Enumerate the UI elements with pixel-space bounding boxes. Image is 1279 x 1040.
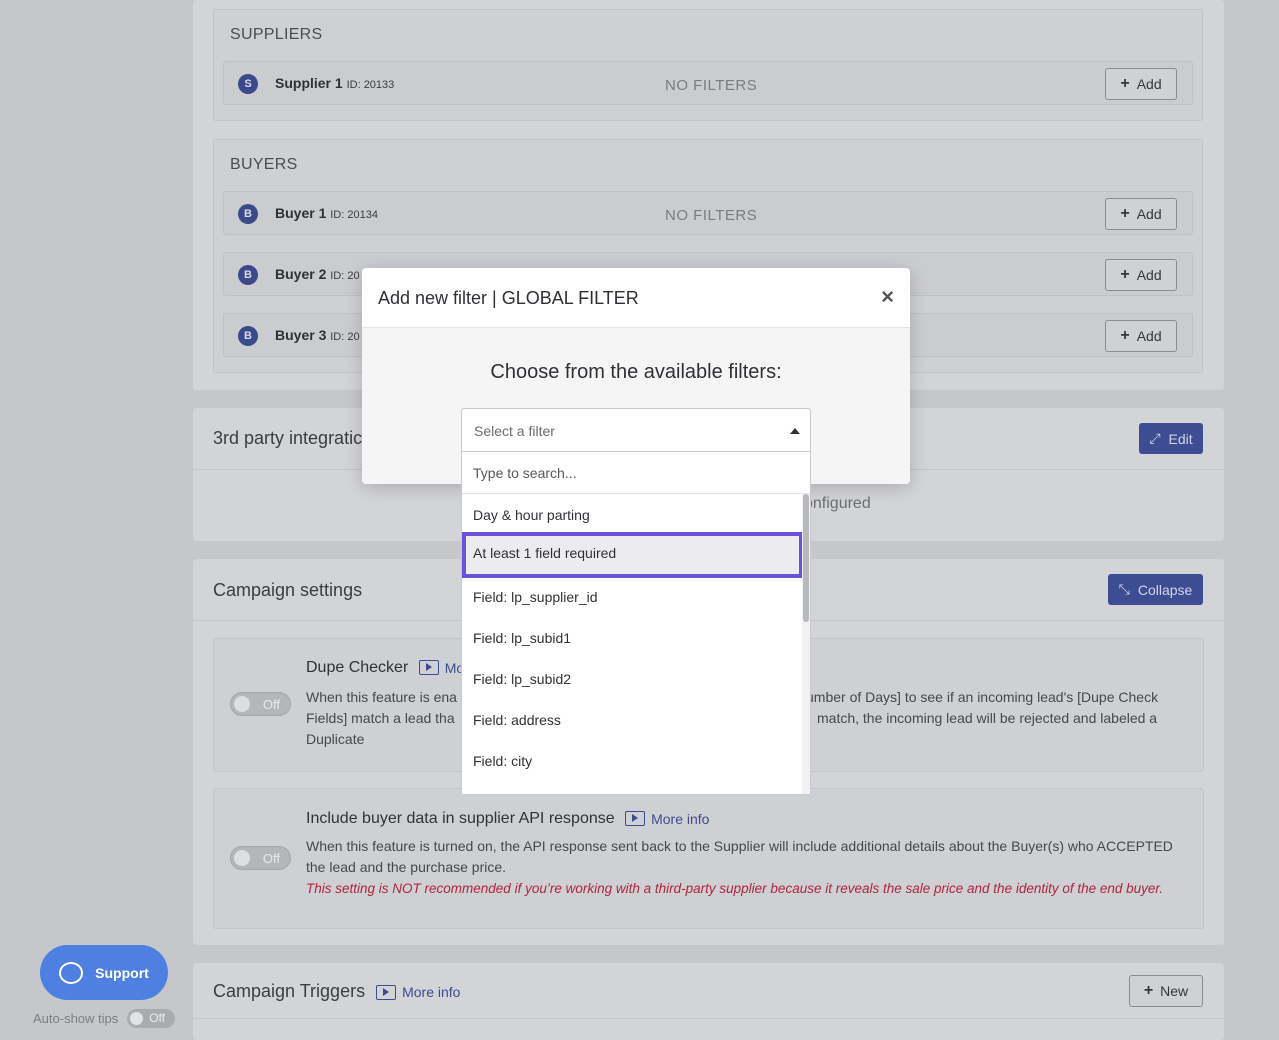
toggle-knob xyxy=(234,850,250,866)
supplier-name: Supplier 1 ID: 20133 xyxy=(275,75,395,91)
new-trigger-button[interactable]: + New xyxy=(1129,975,1203,1007)
campaign-triggers-panel: Campaign Triggers More info + New xyxy=(193,963,1224,1040)
buyer-badge: B xyxy=(238,326,258,346)
video-icon xyxy=(418,660,439,676)
filter-option[interactable]: Field: address xyxy=(462,699,803,740)
chat-icon xyxy=(59,961,84,984)
autoshow-toggle[interactable]: Off xyxy=(127,1009,175,1028)
filter-option-highlighted[interactable]: At least 1 field required xyxy=(462,532,803,578)
third-party-title: 3rd party integratic xyxy=(213,428,363,448)
plus-icon: + xyxy=(1120,205,1130,222)
triggers-title: Campaign Triggers More info xyxy=(213,981,461,1001)
support-button[interactable]: Support xyxy=(40,945,168,1000)
supplier-add-button[interactable]: + Add xyxy=(1105,68,1177,100)
buyer-data-desc: When this feature is turned on, the API … xyxy=(306,836,1186,899)
dupe-checker-title: Dupe Checker Mo xyxy=(306,659,465,676)
filter-option[interactable]: Field: lp_supplier_id xyxy=(462,576,803,617)
plus-icon: + xyxy=(1143,982,1154,999)
toggle-label: Off xyxy=(149,1011,165,1025)
dupe-more-info-link[interactable]: Mo xyxy=(418,660,464,676)
plus-icon: + xyxy=(1120,266,1130,283)
buyer-data-warning: This setting is NOT recommended if you’r… xyxy=(306,881,1164,896)
filter-option[interactable]: Field: lp_subid2 xyxy=(462,658,803,699)
filter-select[interactable]: Select a filter xyxy=(461,408,811,452)
buyer-add-button[interactable]: + Add xyxy=(1105,320,1177,352)
left-rail xyxy=(0,0,193,1040)
plus-icon: + xyxy=(1120,327,1130,344)
divider xyxy=(193,1018,1224,1019)
buyers-label: BUYERS xyxy=(230,156,298,173)
toggle-label: Off xyxy=(262,697,280,712)
buyer-data-toggle[interactable]: Off xyxy=(230,846,291,870)
buyer-add-button[interactable]: + Add xyxy=(1105,259,1177,291)
expand-icon: ⤢ xyxy=(1149,430,1161,446)
filter-search-input[interactable]: Type to search... xyxy=(462,452,810,494)
buyer-name: Buyer 3 ID: 20 xyxy=(275,327,360,343)
video-icon xyxy=(625,811,646,827)
filter-option[interactable]: Field: city xyxy=(462,740,803,781)
dropdown-scroll-thumb[interactable] xyxy=(803,494,809,622)
supplier-row: S Supplier 1 ID: 20133 NO FILTERS + Add xyxy=(223,61,1193,105)
edit-button[interactable]: ⤢ Edit xyxy=(1139,423,1203,454)
buyer-status: NO FILTERS xyxy=(665,207,758,224)
dupe-desc-left: When this feature is ena Fields] match a… xyxy=(306,689,457,747)
buyer-data-title: Include buyer data in supplier API respo… xyxy=(306,810,710,827)
select-placeholder: Select a filter xyxy=(474,423,555,439)
campaign-settings-title: Campaign settings xyxy=(213,580,363,600)
buyer-badge: B xyxy=(238,265,258,285)
toggle-knob xyxy=(234,696,250,712)
buyer-add-button[interactable]: + Add xyxy=(1105,198,1177,230)
buyer-data-card: Off Include buyer data in supplier API r… xyxy=(213,788,1204,929)
filter-option[interactable]: Day & hour parting xyxy=(462,494,803,535)
toggle-label: Off xyxy=(262,851,280,866)
suppliers-box: SUPPLIERS S Supplier 1 ID: 20133 NO FILT… xyxy=(213,9,1203,121)
modal-title: Add new filter | GLOBAL FILTER xyxy=(378,288,639,308)
autoshow-label: Auto-show tips xyxy=(33,1011,119,1026)
supplier-badge: S xyxy=(238,74,258,94)
buyer-row: B Buyer 1 ID: 20134 NO FILTERS + Add xyxy=(223,191,1193,235)
collapse-icon: ⤡ xyxy=(1118,581,1130,597)
close-icon[interactable]: × xyxy=(881,286,894,308)
supplier-status: NO FILTERS xyxy=(665,77,758,94)
dupe-desc-right: umber of Days] to see if an incoming lea… xyxy=(806,689,1159,726)
modal-header: Add new filter | GLOBAL FILTER × xyxy=(362,268,910,328)
buyer-data-more-info-link[interactable]: More info xyxy=(625,811,709,827)
buyer-name: Buyer 2 ID: 20 xyxy=(275,266,360,282)
toggle-knob xyxy=(130,1012,143,1025)
buyer-badge: B xyxy=(238,204,258,224)
buyer-name: Buyer 1 ID: 20134 xyxy=(275,205,378,221)
filter-dropdown: Type to search... Day & hour parting At … xyxy=(461,452,811,795)
modal-prompt: Choose from the available filters: xyxy=(490,361,782,383)
collapse-button[interactable]: ⤡ Collapse xyxy=(1108,574,1203,605)
plus-icon: + xyxy=(1120,75,1130,92)
caret-up-icon xyxy=(790,428,800,434)
dupe-checker-toggle[interactable]: Off xyxy=(230,692,291,716)
video-icon xyxy=(376,984,397,1000)
third-party-status: onfigured xyxy=(804,495,871,512)
triggers-more-info-link[interactable]: More info xyxy=(376,984,460,1000)
filter-option[interactable]: Field: lp_subid1 xyxy=(462,617,803,658)
search-placeholder: Type to search... xyxy=(473,465,577,481)
suppliers-label: SUPPLIERS xyxy=(230,26,323,43)
